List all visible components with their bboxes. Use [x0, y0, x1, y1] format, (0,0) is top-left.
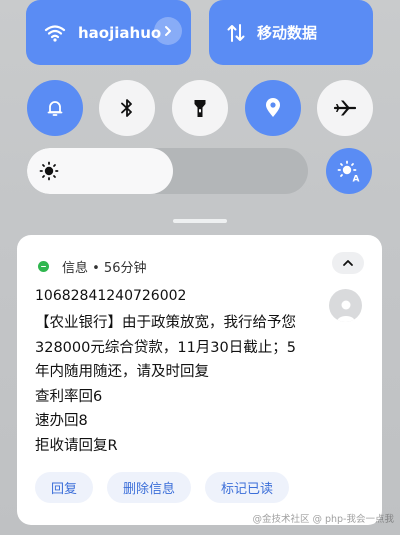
message-line: 328000元综合贷款，11月30日截止；5	[35, 339, 296, 356]
brightness-slider[interactable]	[27, 148, 308, 194]
chevron-right-icon	[165, 26, 171, 36]
auto-brightness-button[interactable]: A	[326, 148, 372, 194]
wifi-tile[interactable]: haojiahuo	[26, 0, 191, 65]
toggle-bell[interactable]	[27, 80, 83, 136]
brightness-sun-icon	[39, 161, 59, 181]
mobile-data-label: 移动数据	[257, 24, 318, 42]
mobile-data-tile[interactable]: 移动数据	[209, 0, 373, 65]
wifi-details-button[interactable]	[154, 17, 182, 45]
watermark: @金技术社区 @ php-我会一点我	[252, 514, 394, 525]
message-body: 【农业银行】由于政策放宽，我行给予您 328000元综合贷款，11月30日截止；…	[35, 311, 317, 458]
delete-message-button[interactable]: 删除信息	[107, 472, 192, 503]
flashlight-icon	[194, 100, 206, 117]
auto-brightness-icon: A	[337, 160, 360, 184]
bluetooth-icon	[121, 99, 132, 117]
chevron-up-icon	[343, 260, 353, 266]
wifi-icon	[44, 24, 66, 42]
notification-app-time: 信息 • 56分钟	[62, 261, 147, 276]
arrows-updown-icon	[227, 23, 245, 42]
toggle-location[interactable]	[245, 80, 301, 136]
message-line: 【农业银行】由于政策放宽，我行给予您	[35, 315, 296, 331]
svg-text:A: A	[353, 175, 360, 184]
sms-notification-card[interactable]: 信息 • 56分钟 10682841240726002 【农业银行】由于政策放宽…	[17, 235, 382, 525]
message-line: 年内随用随还，请及时回复	[35, 364, 209, 380]
location-pin-icon	[266, 98, 280, 117]
toggle-airplane[interactable]	[317, 80, 373, 136]
toggle-bluetooth[interactable]	[99, 80, 155, 136]
toggle-flashlight[interactable]	[172, 80, 228, 136]
sender-number: 10682841240726002	[35, 288, 187, 304]
messages-app-icon	[38, 261, 49, 272]
reply-button[interactable]: 回复	[35, 472, 94, 503]
bell-icon	[47, 101, 63, 116]
wifi-network-name: haojiahuo	[78, 23, 162, 42]
notification-header: 信息 • 56分钟	[38, 257, 146, 276]
notification-actions: 回复 删除信息 标记已读	[35, 472, 303, 503]
message-line: 速办回8	[35, 413, 88, 429]
message-line: 拒收请回复R	[35, 437, 118, 454]
collapse-button[interactable]	[332, 252, 364, 274]
message-line: 查利率回6	[35, 388, 103, 405]
person-icon	[336, 300, 355, 322]
mark-read-button[interactable]: 标记已读	[205, 472, 290, 503]
drag-handle[interactable]	[173, 219, 227, 223]
airplane-icon	[334, 100, 356, 116]
contact-avatar	[329, 289, 362, 322]
